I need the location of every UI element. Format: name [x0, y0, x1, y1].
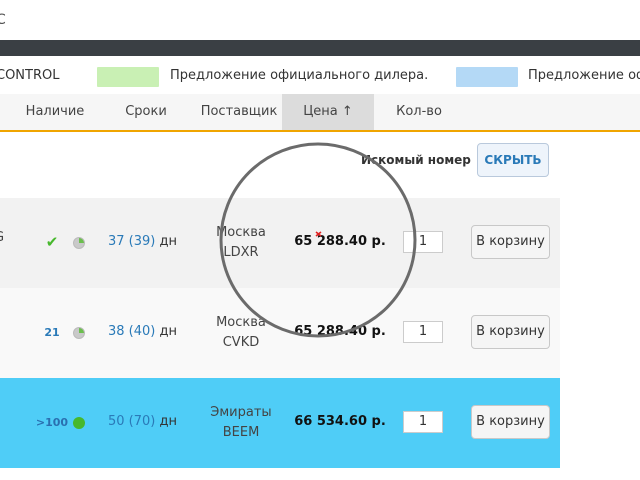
- checkmark-icon: ✔: [45, 233, 59, 251]
- stock-count: 21: [44, 326, 60, 339]
- legend-swatch-official-dealer: [97, 67, 159, 87]
- column-header-supplier[interactable]: Поставщик: [196, 94, 282, 130]
- supplier-city: Эмираты: [210, 405, 272, 420]
- hide-button[interactable]: СКРЫТЬ: [477, 143, 549, 177]
- quantity-input[interactable]: 1: [403, 231, 443, 253]
- delivery-term-value: 37 (39): [108, 234, 156, 249]
- table-row: 21 38 (40) дн Москва CVKD 65 288.40 р. 1…: [0, 288, 560, 378]
- quantity-input[interactable]: 1: [403, 411, 443, 433]
- top-bar-text: C: [0, 12, 6, 28]
- add-to-cart-button[interactable]: В корзину: [471, 225, 550, 259]
- supplier-city: Москва: [216, 225, 266, 240]
- row-edge-text-line: -: [0, 208, 4, 228]
- dark-navigation-bar: [0, 40, 640, 56]
- price: 65 288.40 р.: [294, 324, 386, 339]
- price: 66 534.60 р.: [294, 414, 386, 429]
- quantity-input[interactable]: 1: [403, 321, 443, 343]
- delivery-term-unit: дн: [159, 234, 178, 249]
- delivery-term-value: 38 (40): [108, 324, 156, 339]
- column-header-availability[interactable]: Наличие: [0, 94, 110, 130]
- supplier-code: CVKD: [222, 335, 260, 350]
- delivery-term[interactable]: 37 (39) дн: [108, 234, 198, 249]
- delivery-term-unit: дн: [159, 414, 178, 429]
- row-edge-text: - G: [0, 208, 4, 248]
- delivery-term-value: 50 (70): [108, 414, 156, 429]
- stock-count: >100: [35, 416, 69, 429]
- legend-label-official: Предложение офи: [528, 68, 640, 83]
- supplier-code: LDXR: [223, 245, 259, 260]
- availability-pie-icon: [73, 237, 85, 249]
- availability-pie-icon: [73, 327, 85, 339]
- delivery-term-unit: дн: [159, 324, 178, 339]
- table-row: - G ✔ 37 (39) дн Москва LDXR 65 288.40 р…: [0, 198, 560, 288]
- supplier: Эмираты BEEM: [200, 403, 282, 443]
- add-to-cart-button[interactable]: В корзину: [471, 315, 550, 349]
- row-edge-text-line: G: [0, 228, 4, 248]
- column-header-price-sorted[interactable]: Цена ↑: [282, 94, 374, 130]
- delivery-term[interactable]: 50 (70) дн: [108, 414, 198, 429]
- availability-full-icon: [73, 417, 85, 429]
- legend-swatch-official: [456, 67, 518, 87]
- column-header-quantity[interactable]: Кол-во: [385, 94, 453, 130]
- add-to-cart-button[interactable]: В корзину: [471, 405, 550, 439]
- table-header: Наличие Сроки Поставщик Цена ↑ Кол-во: [0, 94, 640, 132]
- top-bar: C: [0, 0, 640, 40]
- legend-label-control: CONTROL: [0, 68, 60, 83]
- supplier-city: Москва: [216, 315, 266, 330]
- supplier: Москва CVKD: [200, 313, 282, 353]
- legend-label-official-dealer: Предложение официального дилера.: [170, 68, 429, 83]
- price: 65 288.40 р.: [294, 234, 386, 249]
- supplier-code: BEEM: [222, 425, 260, 440]
- legend-row: CONTROL Предложение официального дилера.…: [0, 56, 640, 94]
- table-row-highlighted: >100 50 (70) дн Эмираты BEEM 66 534.60 р…: [0, 378, 560, 468]
- supplier: Москва LDXR: [200, 223, 282, 263]
- searched-number-label: Искомый номер: [361, 153, 471, 167]
- delivery-term[interactable]: 38 (40) дн: [108, 324, 198, 339]
- column-header-terms[interactable]: Сроки: [110, 94, 182, 130]
